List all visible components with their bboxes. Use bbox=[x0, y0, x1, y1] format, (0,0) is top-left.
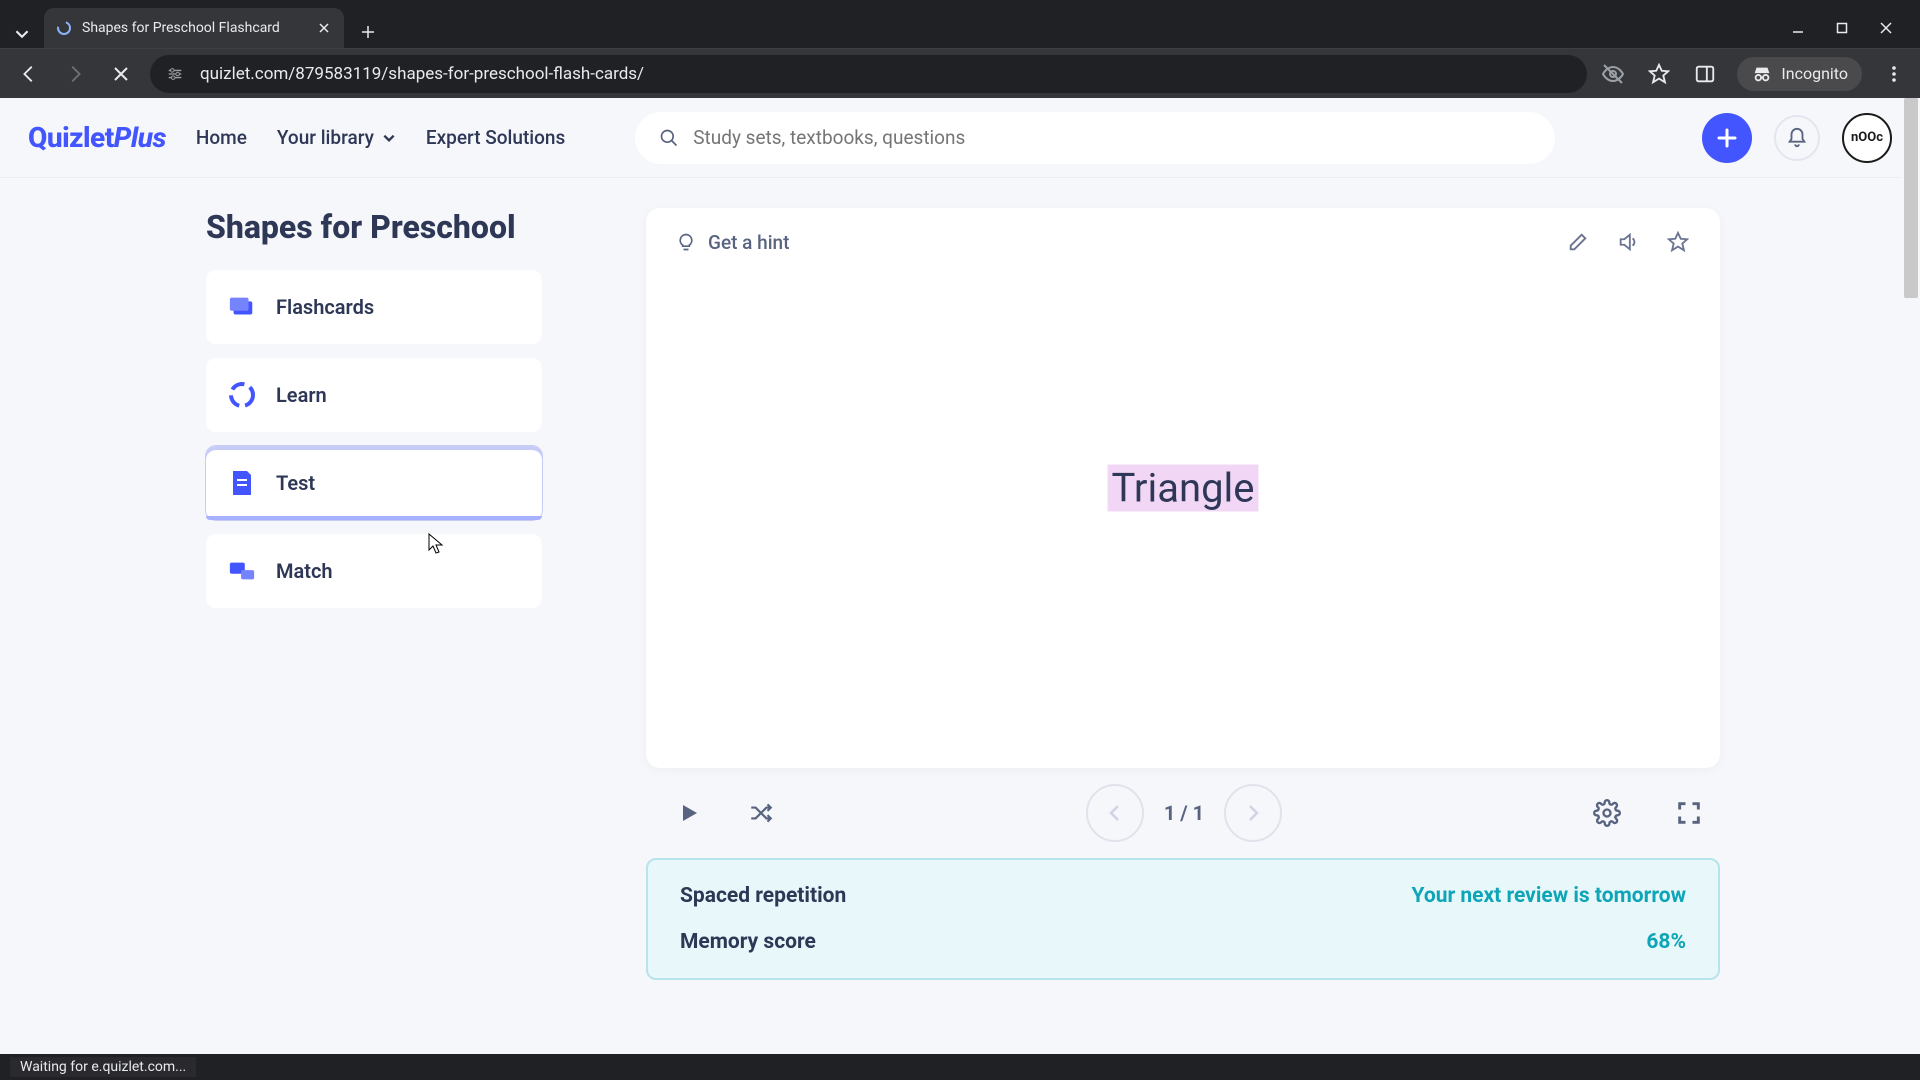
right-column: Get a hint Trian bbox=[646, 208, 1720, 980]
avatar[interactable]: nOOc bbox=[1842, 113, 1892, 163]
sr-title: Spaced repetition bbox=[680, 884, 846, 908]
eye-off-icon[interactable] bbox=[1599, 60, 1627, 88]
tab-title: Shapes for Preschool Flashcard bbox=[82, 20, 306, 36]
nav-your-library[interactable]: Your library bbox=[277, 126, 396, 149]
bell-icon bbox=[1786, 127, 1808, 149]
tab-search-dropdown[interactable] bbox=[8, 20, 36, 48]
forward-button[interactable] bbox=[58, 57, 92, 91]
page-body: QuizletPlus Home Your library Expert Sol… bbox=[0, 98, 1920, 1054]
sr-memory-label: Memory score bbox=[680, 930, 816, 954]
edit-card-icon[interactable] bbox=[1566, 230, 1590, 254]
flashcards-icon bbox=[228, 293, 256, 321]
shuffle-button[interactable] bbox=[740, 792, 782, 834]
status-text: Waiting for e.quizlet.com... bbox=[10, 1057, 196, 1077]
mode-flashcards[interactable]: Flashcards bbox=[206, 270, 542, 344]
mode-test[interactable]: Test bbox=[206, 446, 542, 520]
back-button[interactable] bbox=[12, 57, 46, 91]
mode-match[interactable]: Match bbox=[206, 534, 542, 608]
search-input[interactable] bbox=[693, 126, 1531, 149]
flashcard[interactable]: Get a hint Trian bbox=[646, 208, 1720, 768]
card-term: Triangle bbox=[1108, 465, 1259, 512]
next-card-button[interactable] bbox=[1224, 784, 1282, 842]
logo[interactable]: QuizletPlus bbox=[28, 121, 166, 154]
fullscreen-button[interactable] bbox=[1668, 792, 1710, 834]
browser-menu-icon[interactable] bbox=[1880, 60, 1908, 88]
browser-status-bar: Waiting for e.quizlet.com... bbox=[0, 1054, 1920, 1080]
incognito-icon bbox=[1751, 63, 1773, 85]
sr-next-review: Your next review is tomorrow bbox=[1412, 884, 1687, 908]
bookmark-star-icon[interactable] bbox=[1645, 60, 1673, 88]
pager-label: 1 / 1 bbox=[1164, 801, 1204, 825]
app-header: QuizletPlus Home Your library Expert Sol… bbox=[0, 98, 1920, 178]
plus-icon bbox=[1715, 126, 1739, 150]
get-hint-button[interactable]: Get a hint bbox=[676, 231, 789, 254]
loading-spinner-icon bbox=[56, 20, 72, 36]
audio-icon[interactable] bbox=[1616, 230, 1640, 254]
lightbulb-icon bbox=[676, 232, 696, 252]
match-icon bbox=[228, 557, 256, 585]
url-text: quizlet.com/879583119/shapes-for-prescho… bbox=[200, 64, 644, 84]
new-tab-button[interactable] bbox=[352, 16, 384, 48]
star-card-icon[interactable] bbox=[1666, 230, 1690, 254]
search-box[interactable] bbox=[635, 112, 1555, 164]
incognito-badge[interactable]: Incognito bbox=[1737, 57, 1862, 91]
create-button[interactable] bbox=[1702, 113, 1752, 163]
scrollbar-thumb[interactable] bbox=[1904, 98, 1918, 298]
browser-tab-strip: Shapes for Preschool Flashcard bbox=[0, 0, 1920, 98]
site-settings-icon[interactable] bbox=[164, 63, 186, 85]
search-icon bbox=[659, 128, 679, 148]
nav-home[interactable]: Home bbox=[196, 126, 247, 149]
notifications-button[interactable] bbox=[1774, 115, 1820, 161]
vertical-scrollbar[interactable] bbox=[1902, 98, 1920, 1054]
close-window-icon[interactable] bbox=[1876, 18, 1896, 38]
chevron-down-icon bbox=[382, 131, 396, 145]
spaced-repetition-panel: Spaced repetition Your next review is to… bbox=[646, 858, 1720, 980]
browser-tab[interactable]: Shapes for Preschool Flashcard bbox=[44, 8, 344, 48]
address-bar[interactable]: quizlet.com/879583119/shapes-for-prescho… bbox=[150, 55, 1587, 93]
settings-button[interactable] bbox=[1586, 792, 1628, 834]
learn-icon bbox=[228, 381, 256, 409]
stop-reload-button[interactable] bbox=[104, 57, 138, 91]
nav-expert-solutions[interactable]: Expert Solutions bbox=[426, 126, 565, 149]
maximize-window-icon[interactable] bbox=[1832, 18, 1852, 38]
close-tab-icon[interactable] bbox=[316, 20, 332, 36]
left-column: Shapes for Preschool Flashcards Learn Te… bbox=[206, 208, 546, 980]
browser-toolbar: quizlet.com/879583119/shapes-for-prescho… bbox=[0, 48, 1920, 98]
prev-card-button[interactable] bbox=[1086, 784, 1144, 842]
play-button[interactable] bbox=[668, 792, 710, 834]
test-icon bbox=[228, 469, 256, 497]
minimize-window-icon[interactable] bbox=[1788, 18, 1808, 38]
set-title: Shapes for Preschool bbox=[206, 208, 546, 246]
card-controls: 1 / 1 bbox=[646, 768, 1720, 858]
side-panel-icon[interactable] bbox=[1691, 60, 1719, 88]
sr-memory-value: 68% bbox=[1646, 930, 1686, 954]
incognito-label: Incognito bbox=[1781, 64, 1848, 83]
mode-learn[interactable]: Learn bbox=[206, 358, 542, 432]
